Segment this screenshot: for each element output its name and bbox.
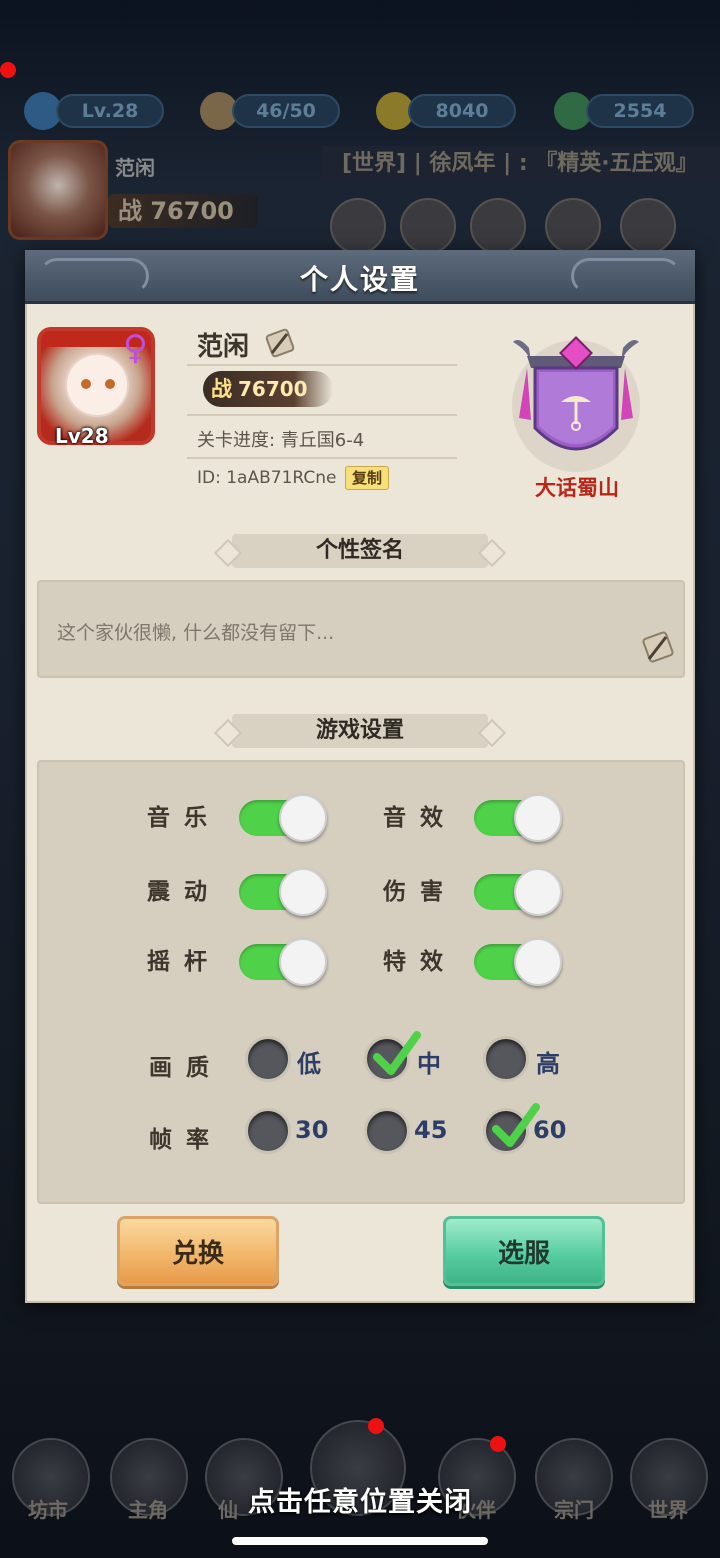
player-power: 76700 bbox=[238, 377, 308, 401]
home-indicator[interactable] bbox=[232, 1537, 488, 1545]
game-settings-header: 游戏设置 bbox=[232, 714, 488, 748]
toggle-knob bbox=[279, 868, 327, 916]
player-id: ID: 1aAB71RCne bbox=[197, 468, 337, 488]
toggle-label-music: 音乐 bbox=[147, 805, 221, 831]
check-icon bbox=[373, 1031, 421, 1075]
framerate-45-radio[interactable] bbox=[364, 1108, 410, 1154]
welfare-icon[interactable] bbox=[330, 198, 386, 254]
nav-center-alert-dot bbox=[368, 1418, 384, 1434]
quality-low-label: 低 bbox=[297, 1050, 321, 1078]
sect-emblem-icon[interactable] bbox=[509, 328, 643, 478]
divider bbox=[187, 457, 457, 459]
game-settings-panel: 音乐 音效 震动 伤害 摇杆 特效 画质 低 中 高 帧率 30 45 60 bbox=[37, 760, 685, 1204]
toggle-label-sfx: 音效 bbox=[383, 805, 457, 831]
personal-settings-dialog: 个人设置 ♀ Lv28 范闲 战 76700 关卡进度: 青丘国6-4 ID: 1… bbox=[25, 250, 695, 1303]
dialog-header: 个人设置 bbox=[25, 250, 695, 304]
notification-dot bbox=[0, 62, 16, 78]
hud-player-name: 范闲 bbox=[115, 156, 155, 180]
dialog-title: 个人设置 bbox=[299, 263, 420, 296]
close-hint: 点击任意位置关闭 bbox=[248, 1487, 472, 1518]
coin-display[interactable]: 8040 bbox=[408, 94, 516, 128]
stage-progress: 关卡进度: 青丘国6-4 bbox=[197, 430, 365, 451]
jade-display[interactable]: 2554 bbox=[586, 94, 694, 128]
toggle-knob bbox=[514, 868, 562, 916]
framerate-30-label: 30 bbox=[295, 1116, 329, 1144]
framerate-60-radio[interactable] bbox=[483, 1103, 540, 1154]
framerate-label: 帧率 bbox=[149, 1127, 223, 1153]
player-name: 范闲 bbox=[197, 332, 250, 362]
quality-high-radio[interactable] bbox=[483, 1036, 529, 1082]
hud-power: 战 76700 bbox=[108, 194, 258, 228]
framerate-30-radio[interactable] bbox=[245, 1108, 291, 1154]
battle-report-icon[interactable] bbox=[620, 198, 676, 254]
signature-text: 这个家伙很懒, 什么都没有留下... bbox=[57, 622, 335, 644]
vibration-toggle[interactable] bbox=[239, 868, 327, 916]
damage-toggle[interactable] bbox=[474, 868, 562, 916]
edit-signature-icon[interactable] bbox=[639, 630, 675, 664]
hud-avatar[interactable] bbox=[8, 140, 108, 240]
divider bbox=[187, 414, 457, 416]
toggle-knob bbox=[279, 938, 327, 986]
avatar-eye-right bbox=[105, 379, 115, 389]
power-prefix: 战 bbox=[211, 377, 232, 401]
player-power-badge: 战 76700 bbox=[203, 371, 333, 407]
effects-toggle[interactable] bbox=[474, 938, 562, 986]
sect-name: 大话蜀山 bbox=[535, 476, 619, 500]
copy-id-button[interactable]: 复制 bbox=[345, 466, 390, 490]
ranking-icon[interactable] bbox=[400, 198, 456, 254]
level-display: Lv.28 bbox=[56, 94, 164, 128]
toggle-knob bbox=[279, 794, 327, 842]
toggle-label-vibration: 震动 bbox=[147, 879, 221, 905]
world-chat-ticker[interactable]: [世界] | 徐凤年 | : 『精英·五庄观』 bbox=[322, 146, 720, 182]
nav-partner-alert-dot bbox=[490, 1436, 506, 1452]
select-server-button[interactable]: 选服 bbox=[443, 1216, 605, 1286]
quality-low-radio[interactable] bbox=[245, 1036, 291, 1082]
mail-icon[interactable] bbox=[545, 198, 601, 254]
player-level: Lv28 bbox=[55, 424, 109, 448]
friends-icon[interactable] bbox=[470, 198, 526, 254]
toggle-label-joystick: 摇杆 bbox=[147, 949, 221, 975]
music-toggle[interactable] bbox=[239, 794, 327, 842]
framerate-60-label: 60 bbox=[533, 1116, 567, 1144]
edit-name-icon[interactable] bbox=[263, 328, 295, 358]
toggle-label-effects: 特效 bbox=[383, 949, 457, 975]
toggle-knob bbox=[514, 794, 562, 842]
signature-header: 个性签名 bbox=[232, 534, 488, 568]
quality-mid-label: 中 bbox=[417, 1050, 441, 1078]
stamina-display[interactable]: 46/50 bbox=[232, 94, 340, 128]
toggle-knob bbox=[514, 938, 562, 986]
quality-label: 画质 bbox=[149, 1055, 223, 1081]
sfx-toggle[interactable] bbox=[474, 794, 562, 842]
framerate-45-label: 45 bbox=[414, 1116, 448, 1144]
joystick-toggle[interactable] bbox=[239, 938, 327, 986]
gender-female-icon: ♀ bbox=[123, 328, 148, 368]
toggle-label-damage: 伤害 bbox=[383, 879, 457, 905]
quality-high-label: 高 bbox=[536, 1050, 560, 1078]
avatar-eye-left bbox=[81, 379, 91, 389]
quality-mid-radio[interactable] bbox=[364, 1031, 421, 1082]
avatar-face bbox=[65, 353, 129, 417]
exchange-button[interactable]: 兑换 bbox=[117, 1216, 279, 1286]
divider bbox=[187, 364, 457, 366]
signature-box[interactable]: 这个家伙很懒, 什么都没有留下... bbox=[37, 580, 685, 678]
